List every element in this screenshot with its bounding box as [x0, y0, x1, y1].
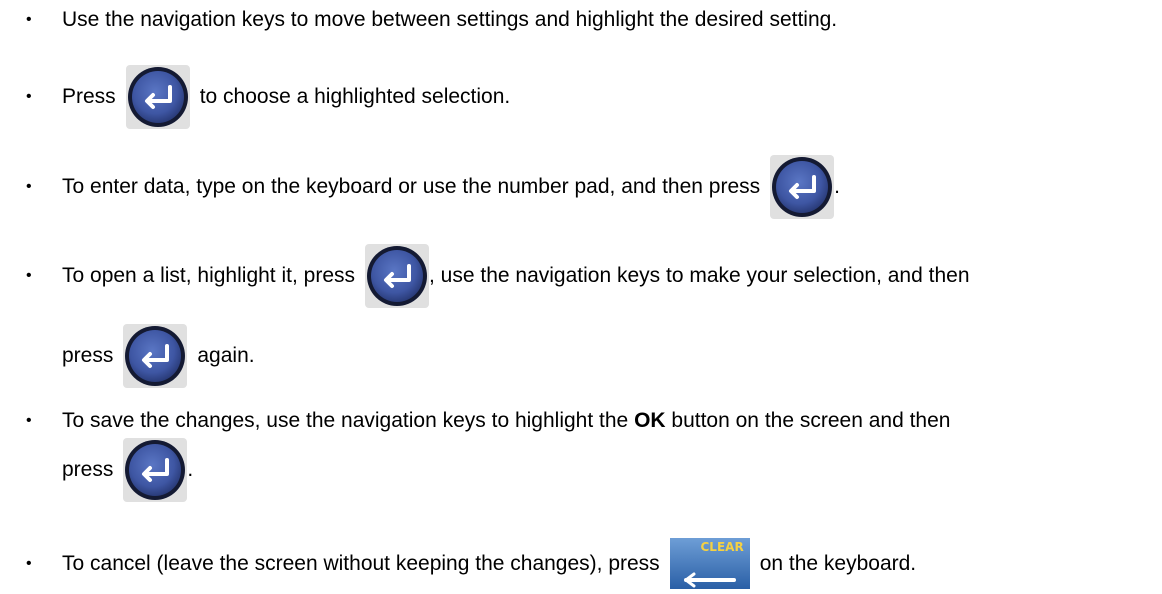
item-text-before: To enter data, type on the keyboard or u… — [62, 175, 761, 198]
bullet: • — [26, 11, 32, 28]
item-text-after: , use the navigation keys to make your s… — [429, 264, 970, 287]
enter-key-icon — [123, 324, 187, 388]
item-text-before: To cancel (leave the screen without keep… — [62, 551, 660, 575]
enter-key-icon — [123, 438, 187, 502]
ok-label: OK — [634, 409, 666, 432]
item-text-before: press — [62, 344, 114, 367]
bullet: • — [26, 412, 32, 429]
item-text: To cancel (leave the screen without keep… — [62, 538, 916, 589]
item-text-after: to choose a highlighted selection. — [199, 85, 511, 108]
enter-key-icon — [770, 155, 834, 219]
instruction-list: • Use the navigation keys to move betwee… — [0, 0, 1162, 594]
item-text-after: button on the screen and then — [671, 409, 951, 432]
bullet: • — [26, 554, 32, 572]
item-text: To enter data, type on the keyboard or u… — [62, 155, 840, 219]
item-text-after: again. — [197, 344, 255, 367]
item-text-before: To open a list, highlight it, press — [62, 264, 355, 287]
clear-key-icon: CLEAR — [670, 538, 750, 589]
item-text-before: To save the changes, use the navigation … — [62, 409, 629, 432]
item-text: To open a list, highlight it, press , us… — [62, 244, 970, 308]
item-text-before: Press — [62, 85, 116, 108]
item-text-line2: press again. — [62, 324, 255, 388]
enter-key-icon — [126, 65, 190, 129]
item-text: Press to choose a highlighted selection. — [62, 65, 510, 129]
item-text-after: on the keyboard. — [759, 551, 917, 575]
enter-key-icon — [365, 244, 429, 308]
item-text-after: . — [187, 458, 194, 481]
item-text: To save the changes, use the navigation … — [62, 405, 950, 437]
bullet: • — [26, 88, 32, 105]
bullet: • — [26, 267, 32, 284]
item-text-before: press — [62, 458, 114, 481]
item-text-after: . — [834, 175, 840, 198]
item-text-line2: press . — [62, 438, 193, 502]
clear-key-label: CLEAR — [700, 540, 744, 554]
bullet: • — [26, 178, 32, 195]
item-text: Use the navigation keys to move between … — [62, 8, 838, 31]
